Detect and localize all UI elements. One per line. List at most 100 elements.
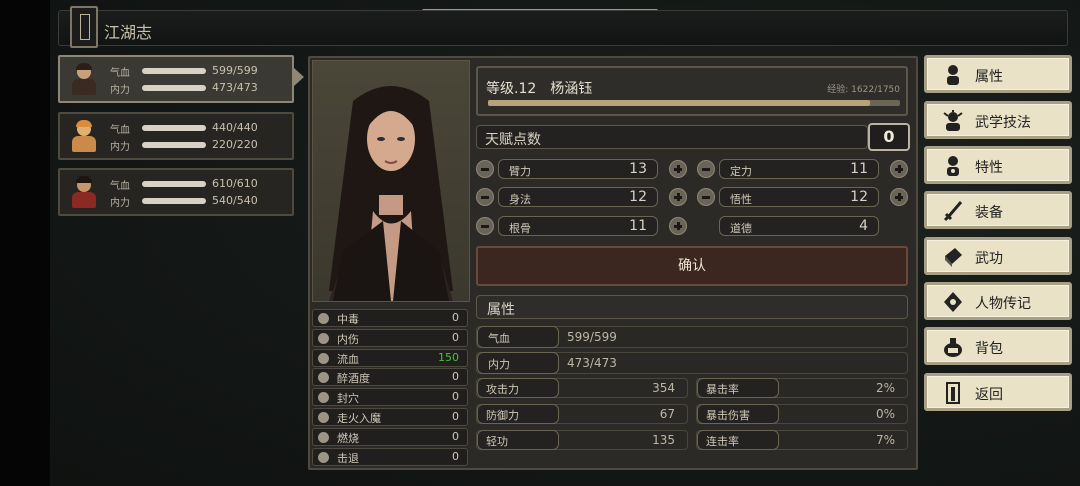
menu-biography-button[interactable]: 人物传记 (924, 282, 1072, 320)
stat-crit-damage: 暴击伤害 0% (696, 404, 908, 424)
character-portrait (312, 60, 470, 302)
stat-value: 0% (875, 407, 895, 421)
broken-heart-icon (318, 333, 329, 344)
status-internal-injury: 内伤 0 (312, 329, 468, 347)
status-value: 0 (452, 450, 459, 463)
stat-crit-rate: 暴击率 2% (696, 378, 908, 398)
exp-label: 经验: 1622/1750 (827, 85, 900, 95)
door-icon (946, 382, 960, 404)
character-icon (947, 65, 959, 85)
talent-points-row: 天赋点数 (476, 125, 868, 149)
mp-value: 220/220 (212, 138, 258, 151)
stat-defense: 防御力 67 (476, 404, 688, 424)
attr-name: 根骨 (509, 222, 531, 235)
status-value: 0 (452, 311, 459, 324)
attr-insight: 悟性 12 (719, 187, 879, 207)
stat-hp-row: 气血 599/599 (476, 326, 908, 348)
knockback-icon (318, 452, 329, 463)
status-name: 中毒 (337, 313, 359, 326)
menu-attributes-button[interactable]: 属性 (924, 55, 1072, 93)
increase-agility-button[interactable] (669, 188, 687, 206)
mp-bar (142, 198, 206, 204)
mp-value: 540/540 (212, 194, 258, 207)
status-qi-deviation: 走火入魔 0 (312, 408, 468, 426)
increase-strength-button[interactable] (669, 160, 687, 178)
attr-strength: 臂力 13 (498, 159, 658, 179)
hp-bar (142, 181, 206, 187)
stat-name: 气血 (488, 332, 510, 345)
stat-value: 473/473 (567, 356, 617, 370)
party-member-2[interactable]: 气血 440/440 内力 220/220 (58, 112, 294, 160)
status-value: 0 (452, 410, 459, 423)
hp-value: 599/599 (212, 64, 258, 77)
hp-bar (142, 68, 206, 74)
wine-icon (318, 372, 329, 383)
attr-name: 道德 (730, 222, 752, 235)
attr-name: 定力 (730, 165, 752, 178)
status-knockback: 击退 0 (312, 448, 468, 466)
party-member-3[interactable]: 气血 610/610 内力 540/540 (58, 168, 294, 216)
pressure-point-icon (318, 392, 329, 403)
hp-value: 610/610 (212, 177, 258, 190)
decrease-agility-button[interactable] (476, 188, 494, 206)
mp-label: 内力 (110, 142, 130, 153)
increase-focus-button[interactable] (890, 160, 908, 178)
attr-value: 13 (629, 161, 647, 177)
menu-back-button[interactable]: 返回 (924, 373, 1072, 411)
party-member-1[interactable]: 气血 599/599 内力 473/473 (58, 55, 294, 103)
status-value: 0 (452, 390, 459, 403)
menu-traits-button[interactable]: 特性 (924, 146, 1072, 184)
level-and-name: 等级.12 杨涵钰 (486, 81, 593, 97)
stat-attack: 攻击力 354 (476, 378, 688, 398)
sword-icon (943, 201, 963, 222)
decrease-strength-button[interactable] (476, 160, 494, 178)
mp-bar (142, 142, 206, 148)
attr-name: 悟性 (730, 193, 752, 206)
increase-insight-button[interactable] (890, 188, 908, 206)
attr-agility: 身法 12 (498, 187, 658, 207)
biography-icon (944, 292, 962, 312)
demon-icon (318, 412, 329, 423)
menu-equipment-button[interactable]: 装备 (924, 191, 1072, 229)
attr-value: 12 (629, 189, 647, 205)
increase-constitution-button[interactable] (669, 217, 687, 235)
status-name: 走火入魔 (337, 412, 381, 425)
menu-label: 特性 (975, 160, 1003, 176)
decrease-focus-button[interactable] (697, 160, 715, 178)
bag-icon (944, 338, 962, 357)
stat-lightness: 轻功 135 (476, 430, 688, 450)
menu-bag-button[interactable]: 背包 (924, 327, 1072, 365)
fire-icon (318, 432, 329, 443)
mp-value: 473/473 (212, 81, 258, 94)
trait-icon (947, 156, 959, 176)
status-value: 0 (452, 430, 459, 443)
status-value: 150 (438, 351, 459, 364)
stat-value: 354 (652, 381, 675, 395)
decrease-constitution-button[interactable] (476, 217, 494, 235)
menu-kungfu-button[interactable]: 武功 (924, 237, 1072, 275)
status-name: 内伤 (337, 333, 359, 346)
status-burning: 燃烧 0 (312, 428, 468, 446)
status-value: 0 (452, 331, 459, 344)
attr-value: 11 (850, 161, 868, 177)
hp-value: 440/440 (212, 121, 258, 134)
decrease-insight-button[interactable] (697, 188, 715, 206)
stat-value: 599/599 (567, 330, 617, 344)
attr-constitution: 根骨 11 (498, 216, 658, 236)
journal-book-icon (70, 6, 98, 48)
stat-name: 防御力 (486, 409, 519, 422)
attr-name: 臂力 (509, 165, 531, 178)
status-bleeding: 流血 150 (312, 349, 468, 367)
menu-label: 属性 (975, 69, 1003, 85)
stat-name: 暴击伤害 (706, 409, 750, 422)
hp-label: 气血 (110, 68, 130, 79)
confirm-button[interactable]: 确认 (476, 246, 908, 286)
attr-value: 4 (859, 218, 868, 234)
attr-focus: 定力 11 (719, 159, 879, 179)
menu-martial-skills-button[interactable]: 武学技法 (924, 101, 1072, 139)
status-sealed-points: 封穴 0 (312, 388, 468, 406)
stat-name: 连击率 (706, 435, 739, 448)
mp-label: 内力 (110, 85, 130, 96)
stat-name: 内力 (488, 358, 510, 371)
status-name: 醉酒度 (337, 372, 370, 385)
